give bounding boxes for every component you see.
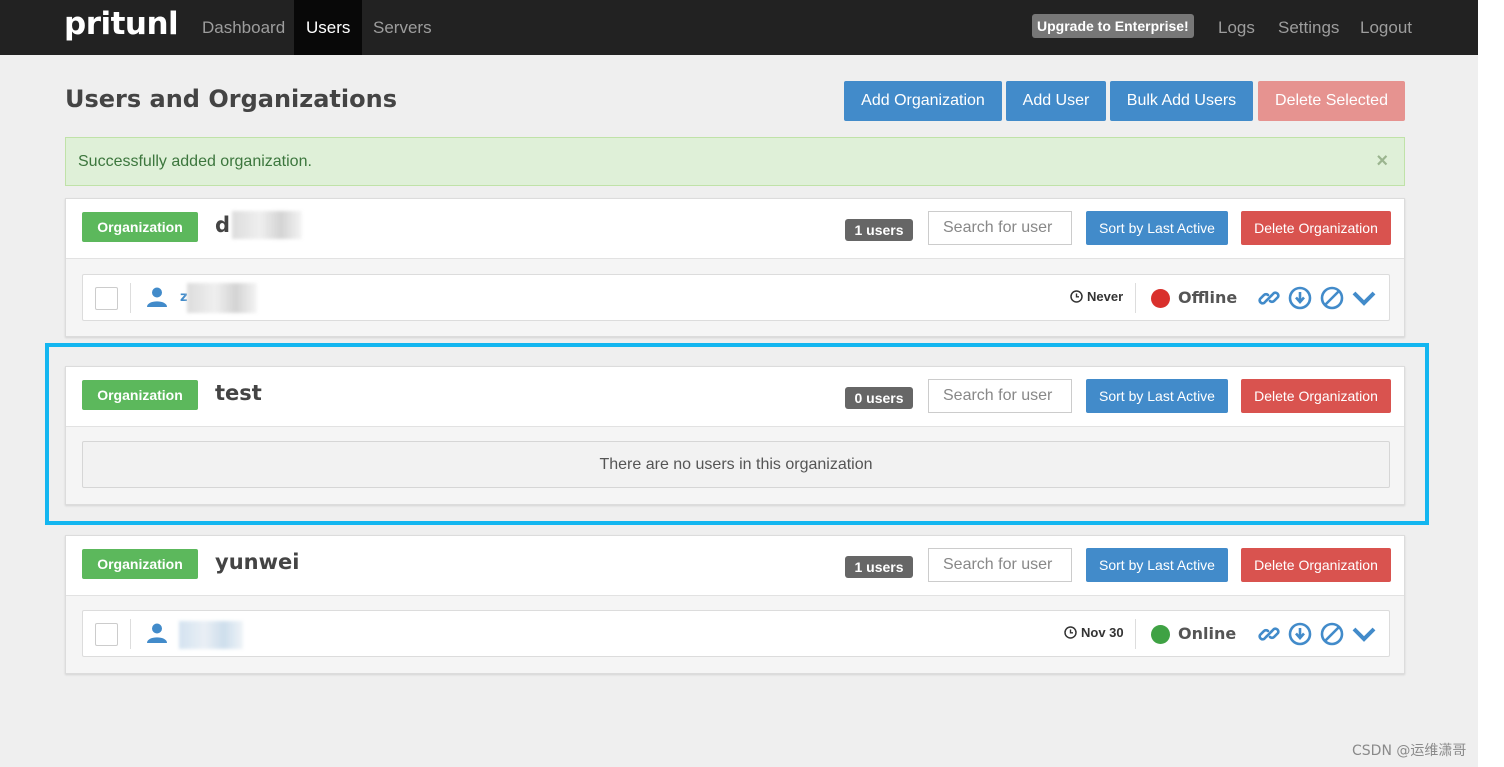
user-status: Offline [1178,288,1238,307]
nav-dashboard[interactable]: Dashboard [190,0,297,55]
search-user-input[interactable] [928,548,1072,582]
nav-logs[interactable]: Logs [1206,0,1267,55]
add-user-button[interactable]: Add User [1006,81,1106,121]
nav-servers[interactable]: Servers [361,0,444,55]
organization-name[interactable]: d [215,213,230,237]
brand-logo[interactable]: pritunl [64,6,179,42]
divider [1135,283,1136,313]
scrollbar-track[interactable] [1478,0,1504,767]
add-organization-button[interactable]: Add Organization [844,81,1002,121]
user-select-checkbox[interactable] [95,287,118,310]
success-alert: Successfully added organization. × [65,137,1405,186]
annotation-highlight-box [45,343,1429,525]
chevron-down-icon[interactable] [1352,286,1376,310]
user-row[interactable]: Nov 30 Online [82,610,1390,657]
redacted-username [187,283,257,313]
organization-panel: Organization d 1 users Sort by Last Acti… [65,198,1405,337]
status-dot [1151,289,1170,308]
organization-label: Organization [82,212,198,242]
user-count-badge: 1 users [845,556,913,578]
delete-selected-button[interactable]: Delete Selected [1258,81,1405,121]
last-active: Nov 30 [1064,625,1124,640]
link-icon[interactable] [1257,286,1281,310]
nav-users[interactable]: Users [294,0,363,55]
user-count-badge: 1 users [845,219,913,241]
link-icon[interactable] [1257,622,1281,646]
upgrade-enterprise-button[interactable]: Upgrade to Enterprise! [1032,14,1194,38]
close-icon[interactable]: × [1376,150,1388,173]
watermark: CSDN @运维潇哥 [1352,743,1467,759]
clock-icon [1064,626,1077,639]
organization-header: Organization yunwei 1 users Sort by Last… [66,536,1404,596]
nav-logout[interactable]: Logout [1348,0,1424,55]
clock-icon [1070,290,1083,303]
sort-by-last-active-button[interactable]: Sort by Last Active [1086,548,1228,582]
bulk-add-users-button[interactable]: Bulk Add Users [1110,81,1253,121]
sort-by-last-active-button[interactable]: Sort by Last Active [1086,211,1228,245]
divider [130,619,131,649]
user-row[interactable]: z Never Offline [82,274,1390,321]
last-active-value: Nov 30 [1081,625,1124,640]
divider [1135,619,1136,649]
nav-settings[interactable]: Settings [1266,0,1351,55]
disable-icon[interactable] [1320,622,1344,646]
organization-name[interactable]: yunwei [215,550,299,574]
delete-organization-button[interactable]: Delete Organization [1241,548,1391,582]
redacted-username [179,621,243,649]
organization-panel: Organization yunwei 1 users Sort by Last… [65,535,1405,674]
disable-icon[interactable] [1320,286,1344,310]
download-icon[interactable] [1288,622,1312,646]
user-icon [147,287,167,307]
status-dot [1151,625,1170,644]
user-icon [147,623,167,643]
last-active-value: Never [1087,289,1124,304]
divider [130,283,131,313]
page-title: Users and Organizations [65,85,397,113]
user-select-checkbox[interactable] [95,623,118,646]
top-navbar: pritunl Dashboard Users Servers Upgrade … [0,0,1478,55]
last-active: Never [1070,289,1123,304]
alert-message: Successfully added organization. [78,153,312,170]
redacted-name [232,211,302,239]
chevron-down-icon[interactable] [1352,622,1376,646]
organization-header: Organization d 1 users Sort by Last Acti… [66,199,1404,259]
user-status: Online [1178,624,1237,643]
search-user-input[interactable] [928,211,1072,245]
delete-organization-button[interactable]: Delete Organization [1241,211,1391,245]
organization-label: Organization [82,549,198,579]
download-icon[interactable] [1288,286,1312,310]
